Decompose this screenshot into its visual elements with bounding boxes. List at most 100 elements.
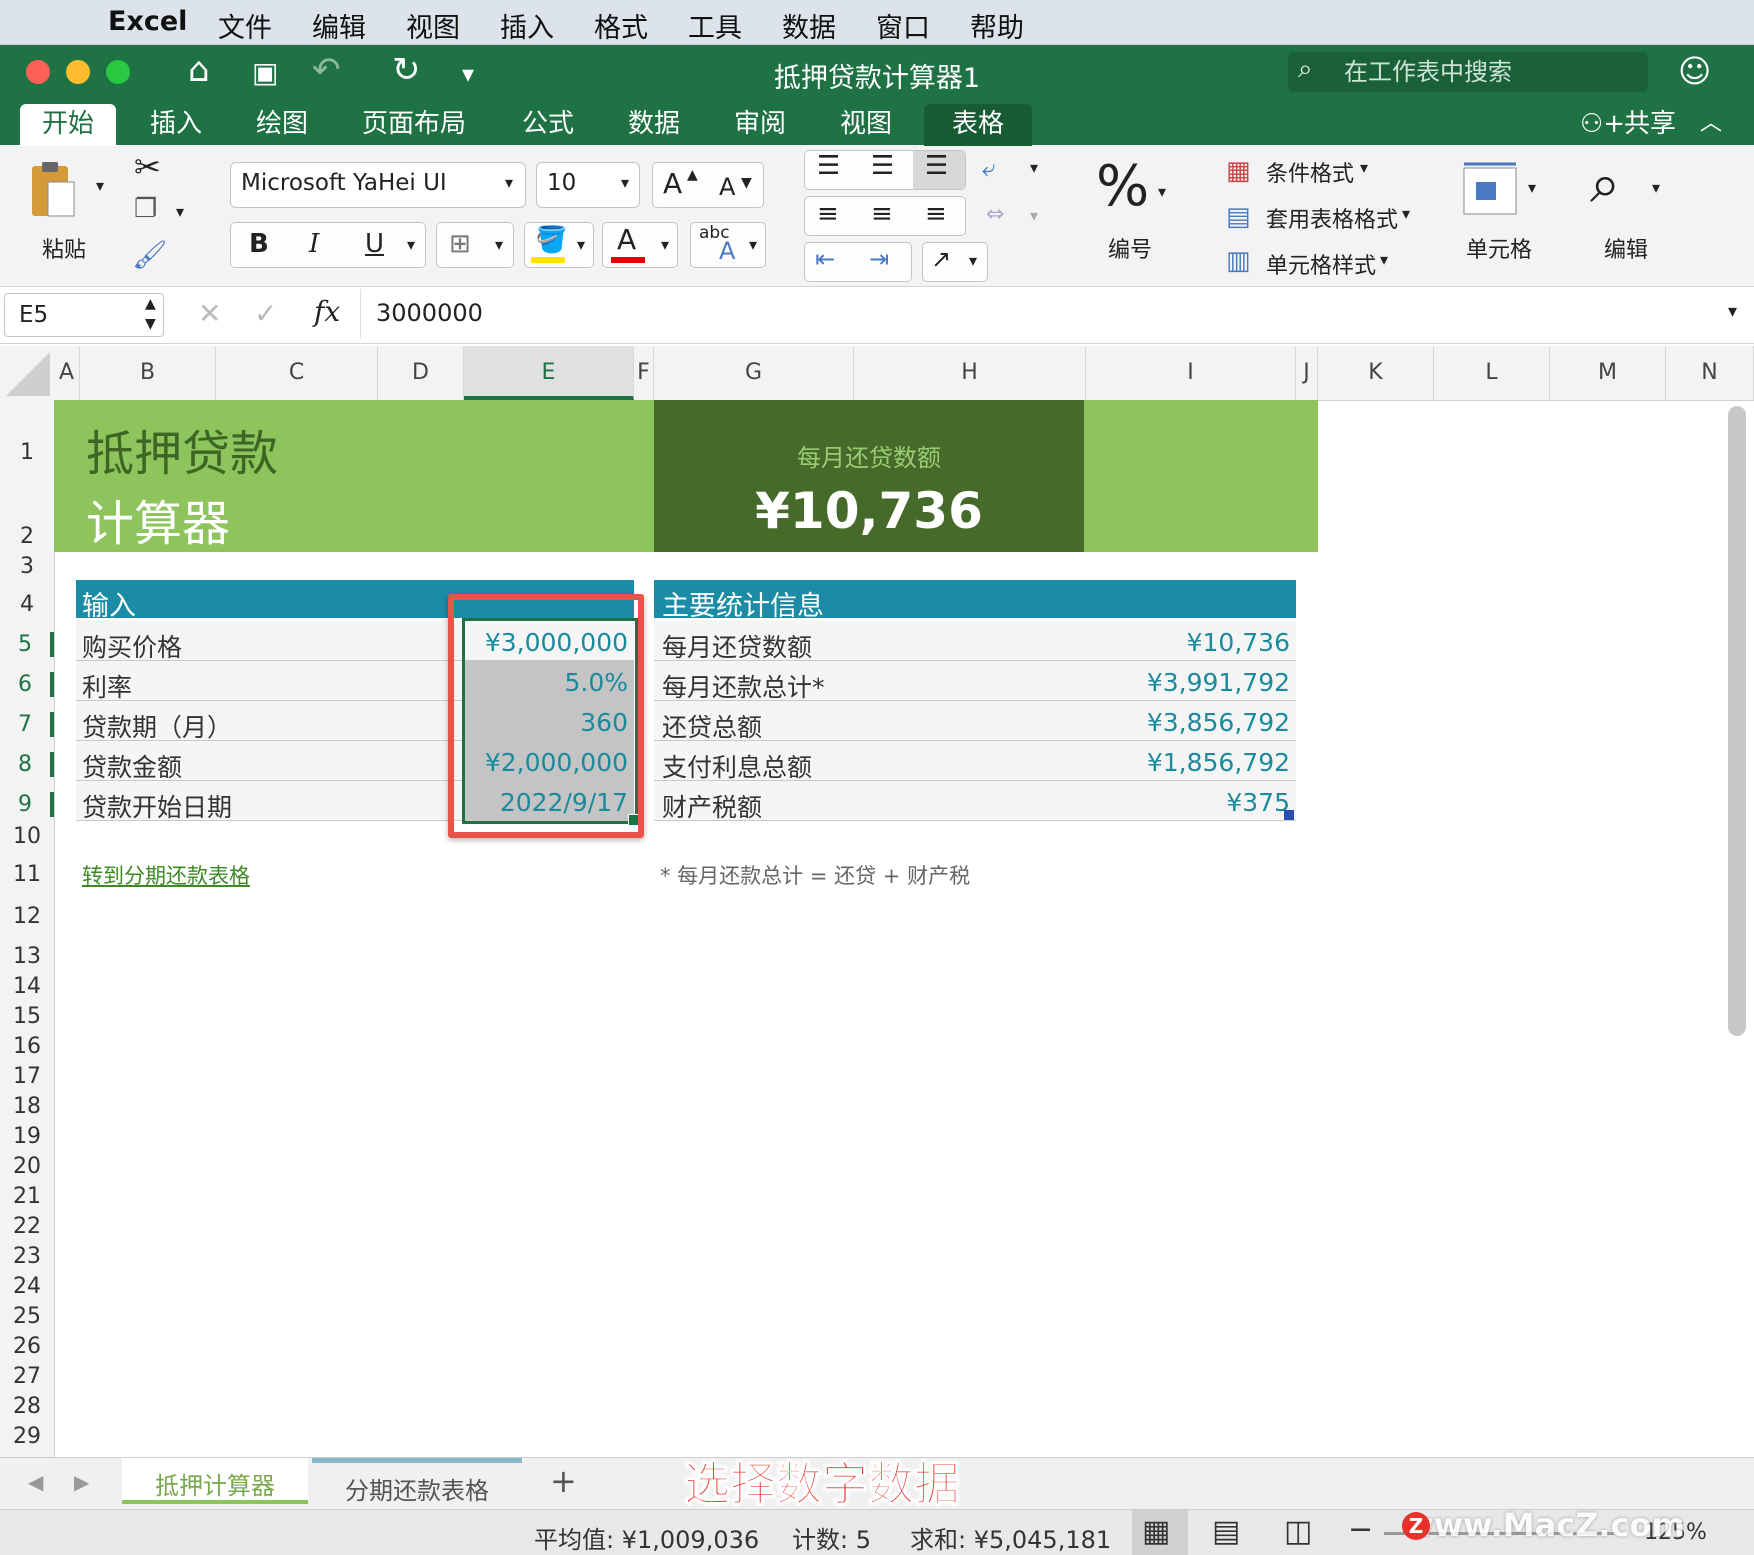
decrease-indent-icon[interactable]: ⇤ (815, 245, 835, 273)
borders-button[interactable]: ⊞ ▾ (436, 222, 514, 268)
select-all-corner[interactable] (0, 346, 54, 400)
shrink-font-button[interactable]: A (719, 173, 735, 201)
row-header[interactable]: 21 (0, 1184, 54, 1209)
col-header[interactable]: N (1666, 346, 1754, 400)
italic-button[interactable]: I (309, 229, 319, 259)
paste-icon[interactable] (26, 160, 78, 224)
row-header[interactable]: 18 (0, 1094, 54, 1119)
font-size-select[interactable]: 10 ▾ (536, 162, 640, 208)
cancel-formula-icon[interactable]: ✕ (198, 297, 221, 330)
percent-icon[interactable]: % (1096, 154, 1149, 219)
zoom-out-icon[interactable]: − (1348, 1512, 1373, 1547)
row-header[interactable]: 28 (0, 1394, 54, 1419)
col-header[interactable]: F (634, 346, 654, 400)
formula-input[interactable]: 3000000 (376, 299, 483, 327)
tab-insert[interactable]: 插入 (150, 104, 202, 146)
row-header[interactable]: 12 (0, 904, 54, 929)
name-box[interactable]: E5 ▲ ▼ (4, 293, 164, 337)
enter-formula-icon[interactable]: ✓ (254, 297, 277, 330)
next-sheet-icon[interactable]: ▶ (74, 1470, 89, 1494)
smiley-feedback-icon[interactable]: ☺ (1678, 52, 1711, 90)
input-value[interactable]: ¥2,000,000 (464, 748, 628, 777)
menu-app-name[interactable]: Excel (108, 6, 187, 37)
page-layout-view-icon[interactable]: ▤ (1212, 1514, 1240, 1549)
row-header[interactable]: 23 (0, 1244, 54, 1269)
col-header[interactable]: C (216, 346, 378, 400)
tab-view[interactable]: 视图 (840, 104, 892, 146)
row-header[interactable]: 1 (0, 440, 54, 465)
row-header[interactable]: 26 (0, 1334, 54, 1359)
search-input[interactable]: 在工作表中搜索 (1288, 52, 1648, 92)
share-icon[interactable]: ⚇+ (1580, 104, 1625, 146)
wrap-dropdown-icon[interactable]: ▾ (1030, 158, 1038, 177)
underline-button[interactable]: U (365, 229, 384, 259)
wrap-text-icon[interactable]: ⤶ (982, 154, 995, 182)
vertical-scrollbar[interactable] (1728, 406, 1746, 1036)
menu-data[interactable]: 数据 (782, 6, 836, 45)
find-icon[interactable]: ⌕ (1590, 152, 1620, 216)
sheet-tab-active[interactable]: 抵押计算器 (122, 1458, 308, 1504)
copy-dropdown-icon[interactable]: ▾ (176, 202, 184, 221)
tab-table[interactable]: 表格 (924, 104, 1033, 146)
expand-formula-icon[interactable]: ▾ (1728, 301, 1737, 322)
row-header[interactable]: 16 (0, 1034, 54, 1059)
tab-home[interactable]: 开始 (20, 104, 117, 146)
col-header[interactable]: H (854, 346, 1086, 400)
orientation-button[interactable]: ↗ ▾ (922, 242, 988, 282)
amortization-link[interactable]: 转到分期还款表格 (82, 860, 250, 890)
row-header[interactable]: 20 (0, 1154, 54, 1179)
phonetic-button[interactable]: abc A ▾ (690, 222, 766, 268)
col-header[interactable]: K (1318, 346, 1434, 400)
col-header[interactable]: M (1550, 346, 1666, 400)
row-header[interactable]: 15 (0, 1004, 54, 1029)
row-header[interactable]: 25 (0, 1304, 54, 1329)
tab-page-layout[interactable]: 页面布局 (362, 104, 466, 146)
paste-dropdown-icon[interactable]: ▾ (96, 176, 104, 195)
collapse-ribbon-icon[interactable]: ︿ (1700, 104, 1722, 146)
merge-cells-icon[interactable]: ⇔ (986, 202, 1004, 227)
menu-view[interactable]: 视图 (406, 6, 460, 45)
row-header[interactable]: 2 (0, 524, 54, 549)
font-name-select[interactable]: Microsoft YaHei UI ▾ (230, 162, 526, 208)
row-header[interactable]: 24 (0, 1274, 54, 1299)
row-header[interactable]: 3 (0, 554, 54, 579)
row-header[interactable]: 11 (0, 862, 54, 887)
format-as-table-button[interactable]: 套用表格格式 (1266, 202, 1398, 234)
row-header[interactable]: 29 (0, 1424, 54, 1449)
sheet-tab[interactable]: 分期还款表格 (312, 1458, 522, 1506)
tab-draw[interactable]: 绘图 (256, 104, 308, 146)
prev-sheet-icon[interactable]: ◀ (28, 1470, 43, 1494)
menu-window[interactable]: 窗口 (876, 6, 930, 45)
row-header[interactable]: 13 (0, 944, 54, 969)
add-sheet-button[interactable]: + (550, 1462, 577, 1500)
menu-help[interactable]: 帮助 (970, 6, 1024, 45)
row-header[interactable]: 4 (0, 592, 54, 617)
grow-font-button[interactable]: A (663, 167, 682, 200)
row-header[interactable]: 17 (0, 1064, 54, 1089)
align-center-icon[interactable]: ≡ (871, 199, 893, 229)
col-header-selected[interactable]: E (464, 346, 634, 400)
align-left-icon[interactable]: ≡ (817, 199, 839, 229)
menu-format[interactable]: 格式 (594, 6, 648, 45)
conditional-format-button[interactable]: 条件格式 (1266, 156, 1354, 188)
input-value[interactable]: 5.0% (464, 668, 628, 697)
col-header[interactable]: A (54, 346, 80, 400)
menu-file[interactable]: 文件 (218, 6, 272, 45)
stepper-down-icon[interactable]: ▼ (145, 316, 156, 332)
row-header[interactable]: 19 (0, 1124, 54, 1149)
input-value[interactable]: 2022/9/17 (464, 788, 628, 817)
row-header[interactable]: 10 (0, 824, 54, 849)
font-color-button[interactable]: A ▾ (602, 222, 678, 268)
menu-insert[interactable]: 插入 (500, 6, 554, 45)
col-header[interactable]: G (654, 346, 854, 400)
cell-styles-button[interactable]: 单元格样式 (1266, 248, 1376, 280)
col-header[interactable]: D (378, 346, 464, 400)
fill-color-button[interactable]: 🪣 ▾ (524, 222, 594, 268)
tab-formulas[interactable]: 公式 (522, 104, 574, 146)
tab-review[interactable]: 审阅 (734, 104, 786, 146)
row-header-selected[interactable]: 6 (0, 672, 54, 697)
page-break-view-icon[interactable]: ◫ (1284, 1514, 1312, 1549)
insert-function-button[interactable]: fx (314, 295, 340, 328)
col-header[interactable]: I (1086, 346, 1296, 400)
copy-icon[interactable]: ❐ (134, 194, 157, 224)
